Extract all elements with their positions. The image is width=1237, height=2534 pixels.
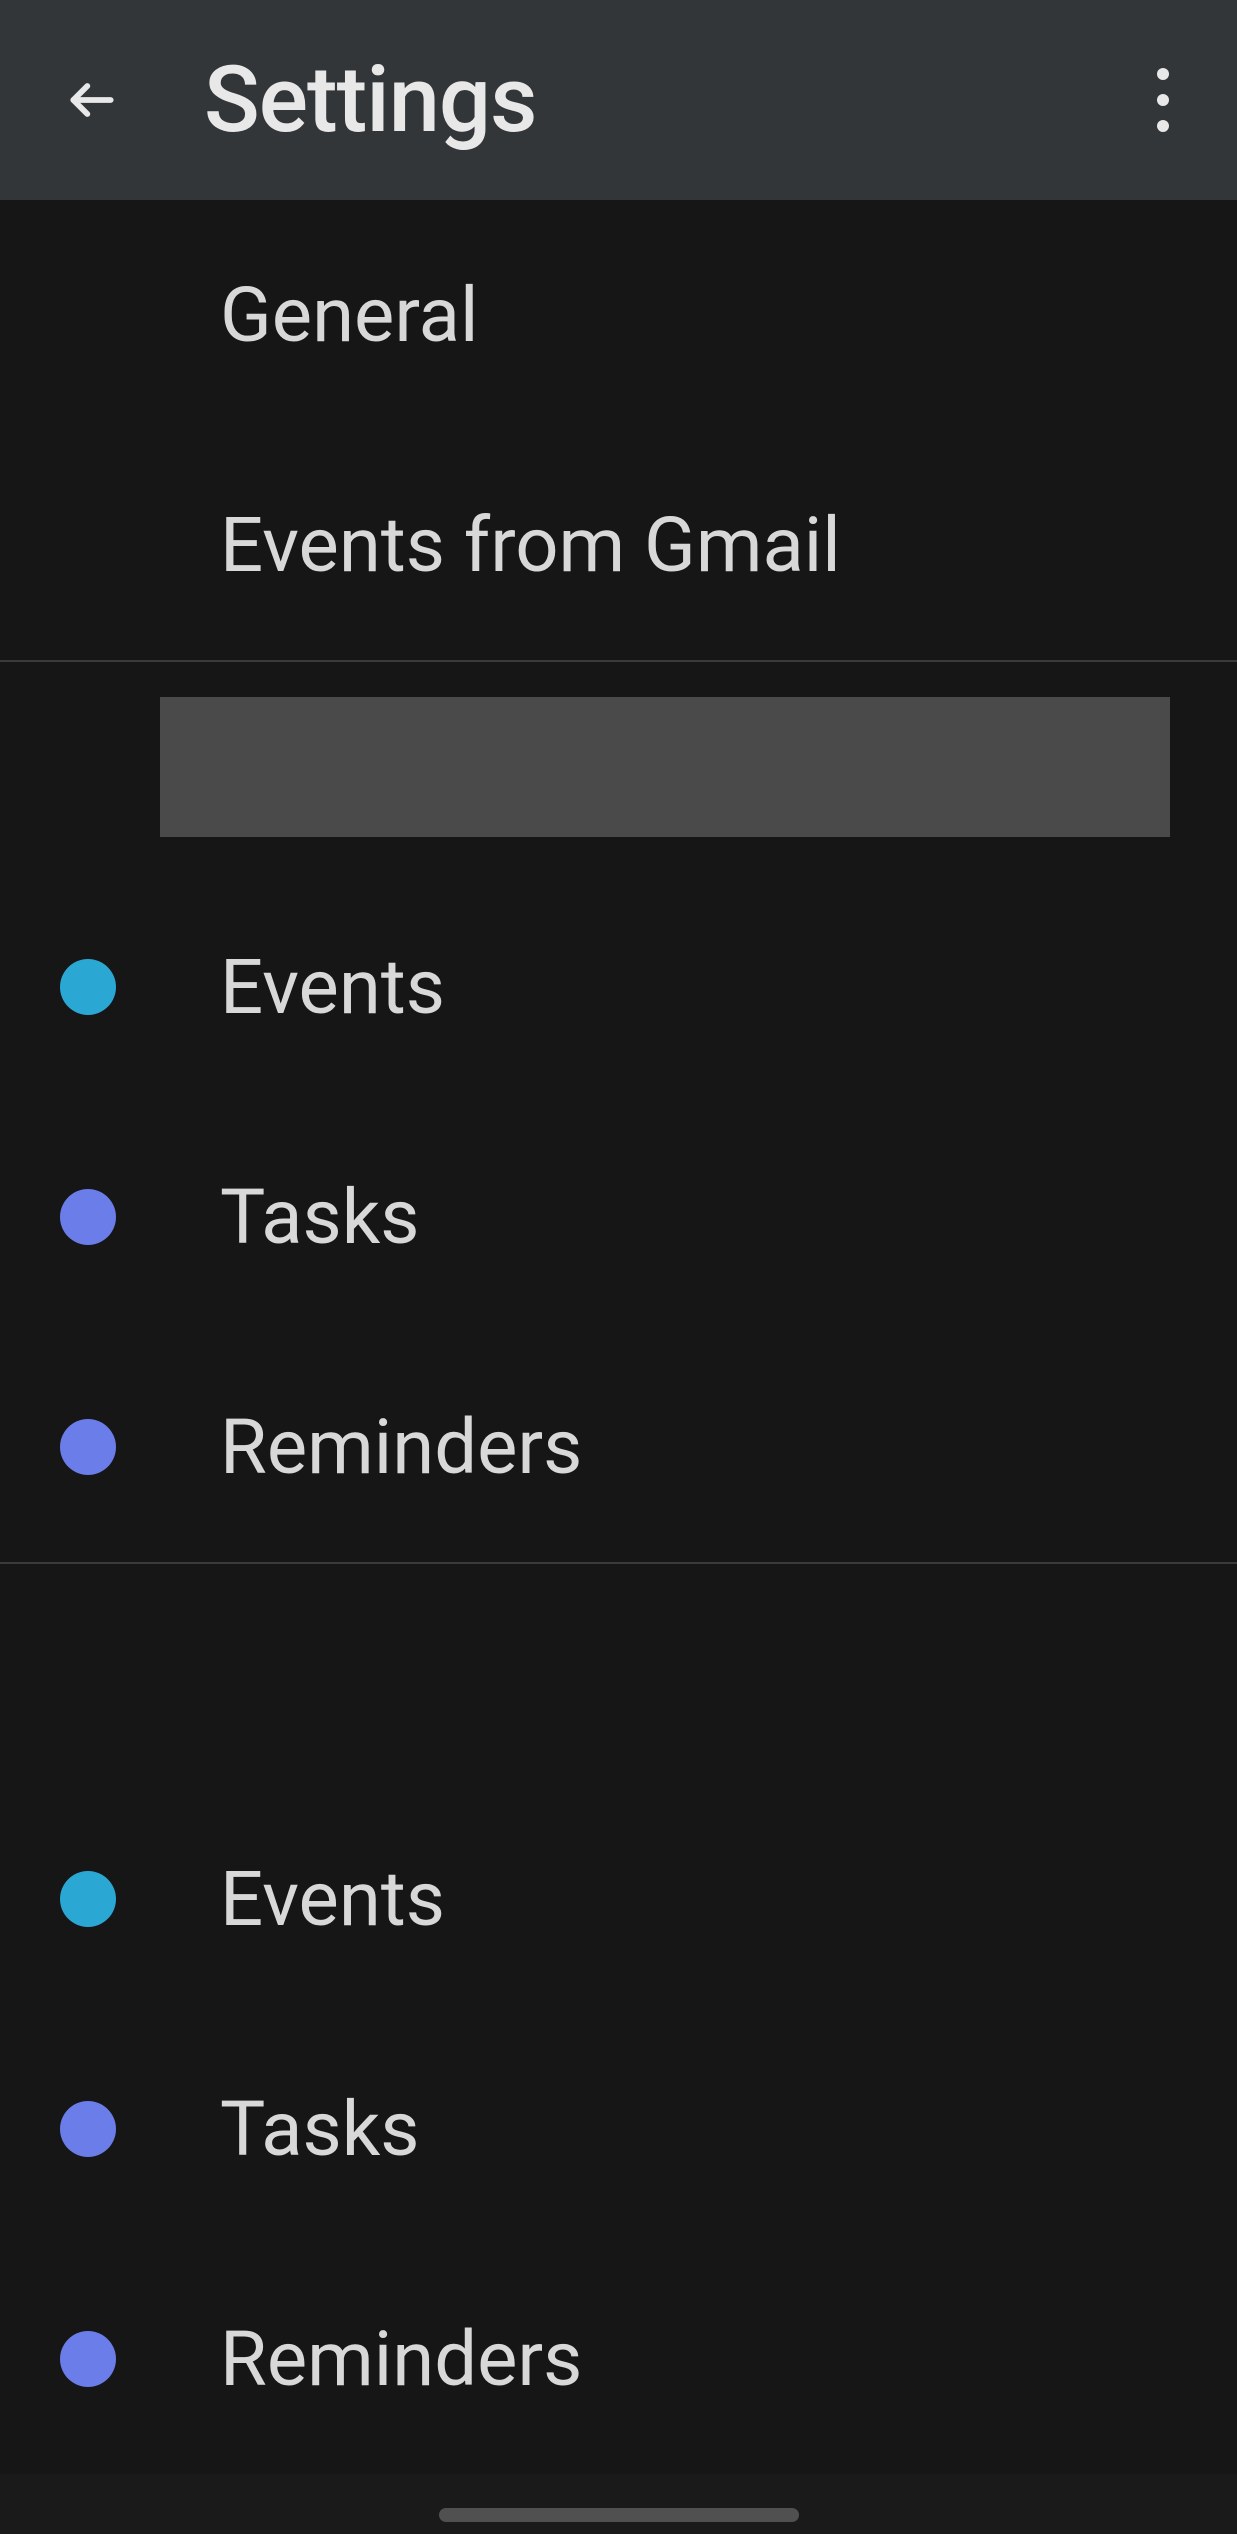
settings-item-label: General [220, 270, 478, 360]
app-bar: Settings [0, 0, 1237, 200]
calendar-color-dot [60, 2101, 116, 2157]
settings-item-events-from-gmail[interactable]: Events from Gmail [0, 430, 1237, 660]
settings-item-general[interactable]: General [0, 200, 1237, 430]
account-header[interactable] [0, 1564, 1237, 1784]
calendar-color-dot [60, 1189, 116, 1245]
settings-list: General Events from Gmail Events Tasks R… [0, 200, 1237, 2474]
calendar-item-tasks[interactable]: Tasks [0, 1102, 1237, 1332]
calendar-item-label: Events [220, 942, 445, 1032]
calendar-color-dot [60, 959, 116, 1015]
calendar-item-label: Tasks [220, 2084, 419, 2174]
calendar-item-label: Reminders [220, 1402, 582, 1492]
account-label-redacted [160, 697, 1170, 837]
calendar-color-dot [60, 1871, 116, 1927]
back-arrow-icon[interactable] [60, 68, 124, 132]
calendar-color-dot [60, 2331, 116, 2387]
calendar-item-label: Events [220, 1854, 445, 1944]
calendar-item-label: Tasks [220, 1172, 419, 1262]
navigation-bar-indicator [439, 2508, 799, 2522]
page-title: Settings [204, 47, 536, 154]
account-header[interactable] [0, 662, 1237, 872]
more-options-icon[interactable] [1139, 60, 1187, 140]
calendar-item-reminders[interactable]: Reminders [0, 1332, 1237, 1562]
calendar-item-events[interactable]: Events [0, 872, 1237, 1102]
calendar-item-events[interactable]: Events [0, 1784, 1237, 2014]
calendar-item-tasks[interactable]: Tasks [0, 2014, 1237, 2244]
calendar-color-dot [60, 1419, 116, 1475]
calendar-item-label: Reminders [220, 2314, 582, 2404]
calendar-item-reminders[interactable]: Reminders [0, 2244, 1237, 2474]
settings-item-label: Events from Gmail [220, 500, 841, 590]
